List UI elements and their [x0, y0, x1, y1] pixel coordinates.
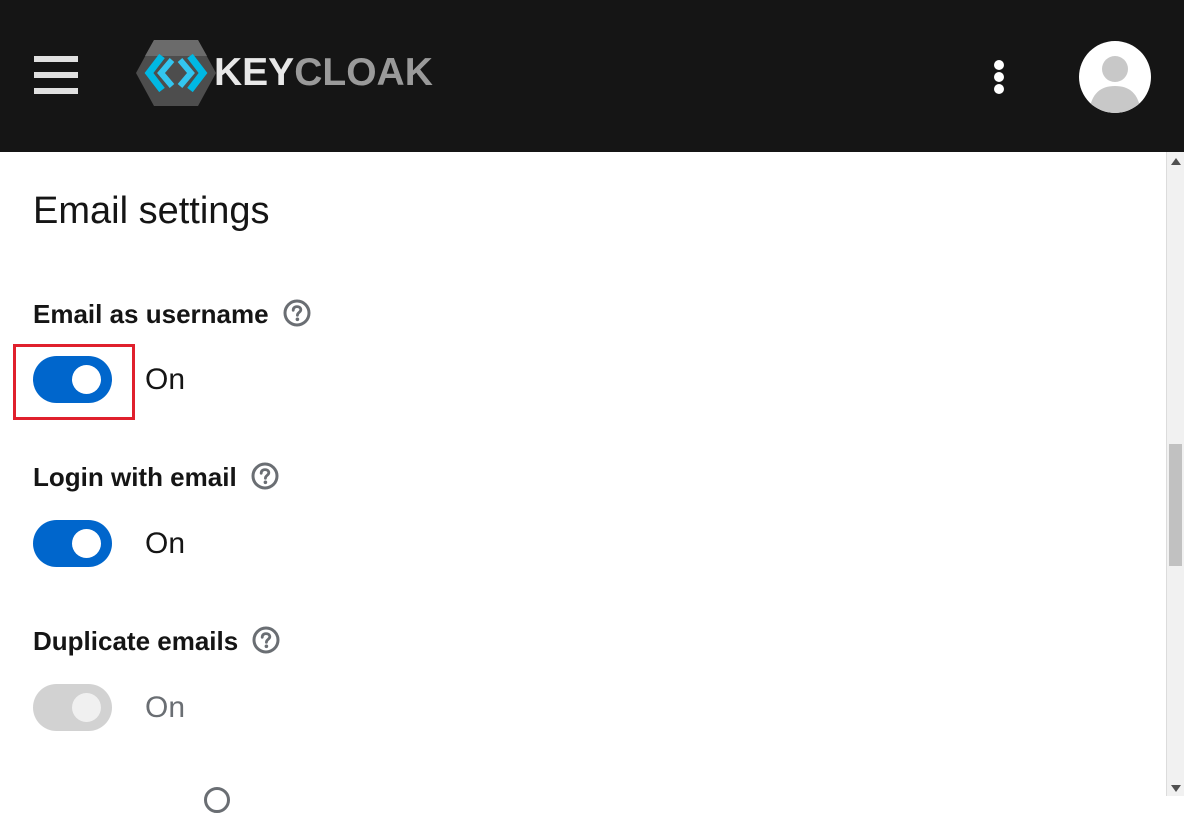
login-with-email-label: Login with email [33, 461, 279, 493]
help-icon[interactable] [251, 462, 279, 490]
help-icon[interactable] [204, 787, 230, 813]
scrollbar-thumb[interactable] [1169, 444, 1182, 566]
user-avatar[interactable] [1079, 41, 1151, 113]
toggle-knob [72, 365, 101, 394]
masthead: KEYCLOAK [0, 0, 1184, 152]
brand-cloak: CLOAK [294, 51, 433, 94]
login-with-email-state: On [145, 527, 186, 560]
login-with-email-text: Login with email [33, 462, 237, 492]
email-as-username-toggle[interactable] [33, 356, 112, 403]
page-title: Email settings [33, 190, 270, 232]
login-with-email-toggle[interactable] [33, 520, 112, 567]
toggle-knob [72, 693, 101, 722]
scroll-up-arrow-icon[interactable] [1171, 158, 1181, 165]
duplicate-emails-text: Duplicate emails [33, 626, 239, 656]
email-as-username-state: On [145, 363, 186, 396]
duplicate-emails-toggle [33, 684, 112, 731]
keycloak-logo-icon [136, 40, 216, 106]
help-icon[interactable] [252, 626, 280, 654]
duplicate-emails-state: On [145, 691, 186, 724]
brand-key: KEY [214, 51, 295, 94]
scroll-down-arrow-icon[interactable] [1171, 785, 1181, 792]
toggle-knob [72, 529, 101, 558]
keycloak-wordmark: KEYCLOAK [214, 50, 433, 96]
keycloak-brand-logo[interactable]: KEYCLOAK [136, 40, 456, 106]
vertical-scrollbar[interactable] [1166, 152, 1184, 796]
kebab-menu-icon[interactable] [986, 58, 1012, 96]
duplicate-emails-label: Duplicate emails [33, 625, 280, 657]
email-as-username-label: Email as username [33, 298, 311, 330]
avatar-icon [1089, 56, 1141, 113]
email-settings-panel: Email settings Email as username On Logi… [0, 152, 1166, 796]
hamburger-menu-icon[interactable] [34, 56, 78, 94]
email-as-username-text: Email as username [33, 299, 269, 329]
help-icon[interactable] [283, 299, 311, 327]
